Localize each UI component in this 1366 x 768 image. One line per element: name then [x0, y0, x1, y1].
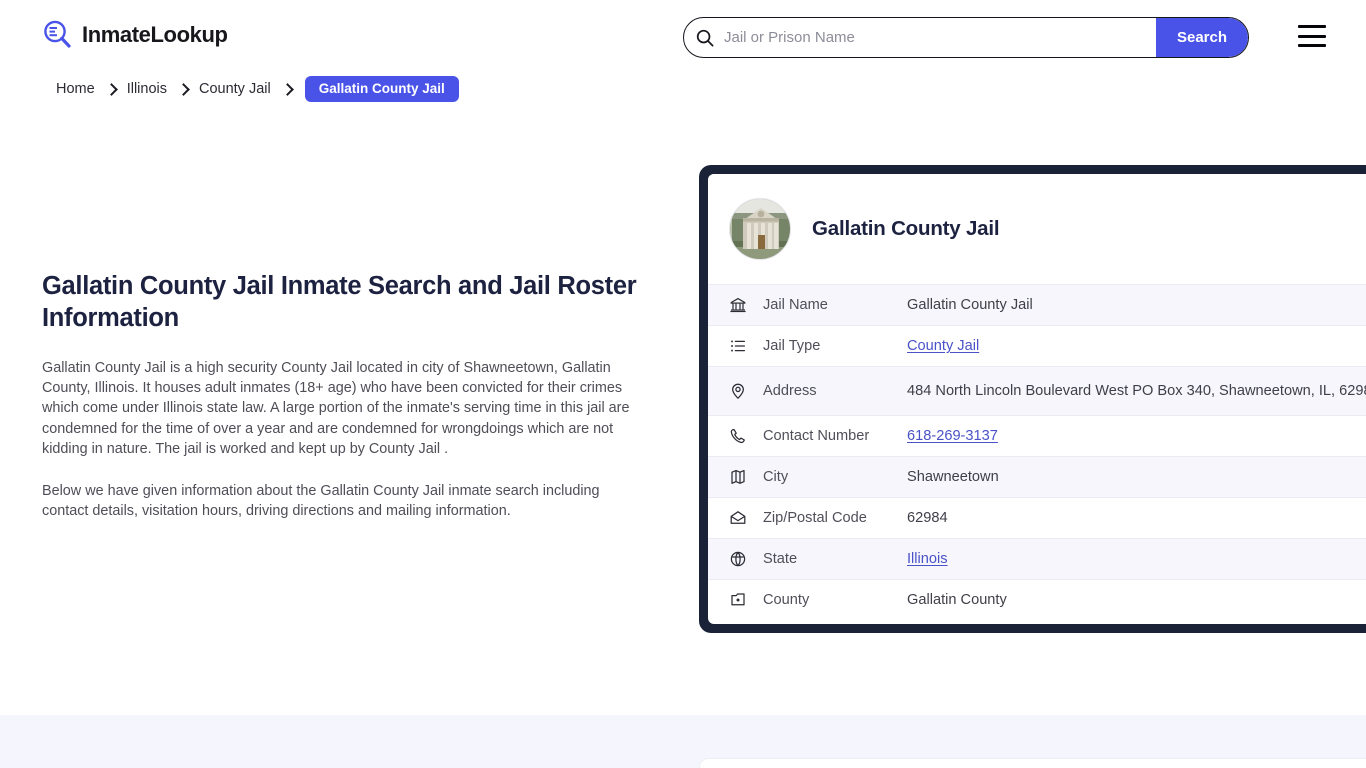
row-label: Jail Name [763, 297, 828, 313]
state-link[interactable]: Illinois [907, 551, 948, 567]
page-title: Gallatin County Jail Inmate Search and J… [42, 272, 637, 332]
table-row: City Shawneetown [708, 456, 1366, 497]
hamburger-menu-icon[interactable] [1298, 25, 1326, 47]
hamburger-bar [1298, 34, 1326, 38]
table-row: State Illinois [708, 538, 1366, 579]
row-value: Gallatin County [907, 592, 1007, 608]
bottom-card-peek [699, 758, 1366, 768]
hamburger-bar [1298, 25, 1326, 28]
row-value: Shawneetown [907, 469, 999, 485]
row-label: Contact Number [763, 428, 870, 444]
search-button[interactable]: Search [1156, 18, 1248, 57]
row-value: County Jail [907, 336, 1366, 356]
breadcrumb-item-active[interactable]: Gallatin County Jail [304, 76, 459, 102]
bank-building-icon [729, 296, 747, 314]
row-value: 484 North Lincoln Boulevard West PO Box … [907, 383, 1366, 399]
search-bar[interactable]: Search [683, 17, 1249, 58]
chevron-right-icon [177, 82, 190, 96]
row-value: 62984 [907, 510, 948, 526]
description-paragraph-1: Gallatin County Jail is a high security … [42, 360, 630, 457]
table-row: Jail Name Gallatin County Jail [708, 284, 1366, 325]
row-label: Address [763, 383, 817, 399]
row-label: County [763, 592, 810, 608]
chevron-right-icon [280, 82, 294, 96]
breadcrumb: Home Illinois County Jail Gallatin Count… [54, 76, 459, 102]
envelope-icon [729, 509, 747, 527]
row-value: Gallatin County Jail [907, 297, 1033, 313]
brand-logo[interactable]: InmateLookup [42, 19, 228, 50]
table-row: Jail Type County Jail [708, 325, 1366, 366]
description-paragraph-2: Below we have given information about th… [42, 483, 600, 520]
table-row: Zip/Postal Code 62984 [708, 497, 1366, 538]
chevron-right-icon [104, 82, 118, 96]
search-icon [696, 29, 714, 47]
row-value: Illinois [907, 549, 1366, 569]
row-label: State [763, 551, 798, 567]
breadcrumb-item-home[interactable]: Home [54, 81, 97, 97]
row-label: Zip/Postal Code [763, 510, 867, 526]
main-content: Gallatin County Jail Inmate Search and J… [42, 270, 642, 543]
page-root: InmateLookup Search Home Illinois County… [0, 0, 1366, 768]
table-row: Address 484 North Lincoln Boulevard West… [708, 366, 1366, 415]
table-row: Contact Number 618-269-3137 [708, 415, 1366, 456]
jail-card-title: Gallatin County Jail [812, 217, 1000, 240]
breadcrumb-item-county-jail[interactable]: County Jail [197, 81, 273, 97]
site-header: InmateLookup Search [0, 0, 1366, 74]
jail-type-link[interactable]: County Jail [907, 338, 979, 354]
map-icon [729, 468, 747, 486]
location-pin-icon [729, 382, 747, 400]
list-icon [729, 337, 747, 355]
breadcrumb-item-illinois[interactable]: Illinois [125, 81, 169, 97]
row-label: Jail Type [763, 338, 821, 354]
search-list-logo-icon [42, 19, 73, 50]
table-row: County Gallatin County [708, 579, 1366, 620]
jail-details-table: Jail Name Gallatin County Jail Jail Type… [708, 284, 1366, 620]
contact-number-link[interactable]: 618-269-3137 [907, 428, 998, 444]
brand-name: InmateLookup [82, 21, 228, 47]
hamburger-bar [1298, 44, 1326, 47]
row-value: 618-269-3137 [907, 426, 1366, 446]
jail-info-card-header: Gallatin County Jail [708, 174, 1366, 284]
search-input[interactable] [714, 18, 1156, 57]
row-label: City [763, 469, 789, 485]
jail-info-card: Gallatin County Jail Jail Name Gallatin … [699, 165, 1366, 633]
county-marker-icon [729, 591, 747, 609]
phone-icon [729, 427, 747, 445]
courthouse-building-photo [729, 198, 791, 260]
jail-info-card-inner: Gallatin County Jail Jail Name Gallatin … [708, 174, 1366, 624]
globe-icon [729, 550, 747, 568]
